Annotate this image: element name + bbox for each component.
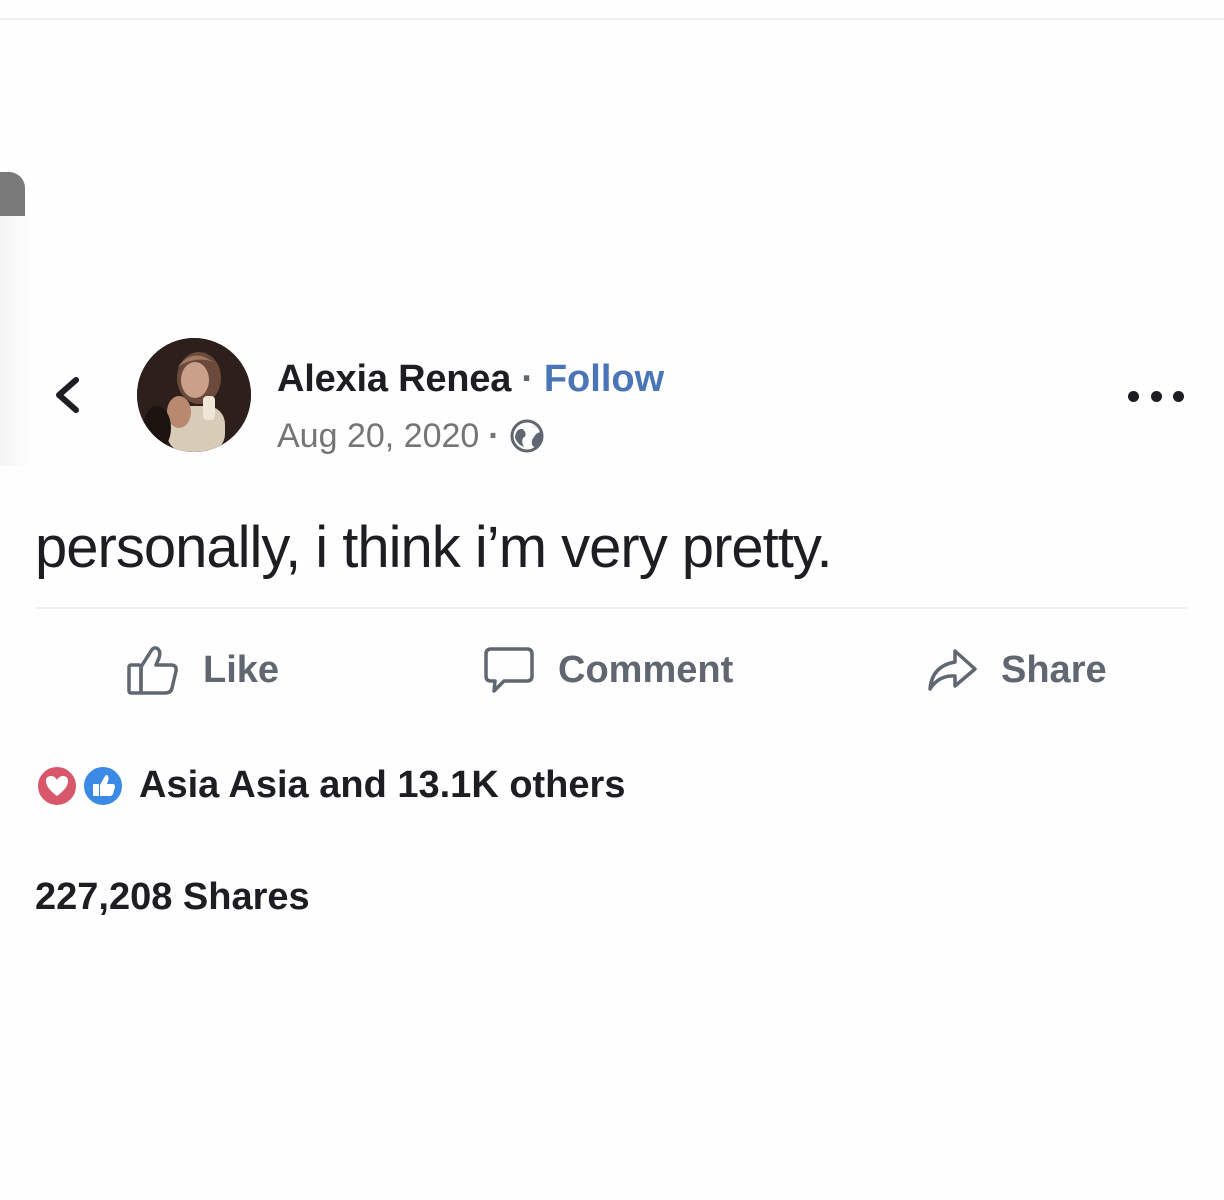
globe-icon [509, 418, 545, 454]
back-button[interactable] [46, 370, 90, 420]
post-date[interactable]: Aug 20, 2020 [277, 417, 479, 456]
share-arrow-icon [925, 643, 979, 697]
side-shadow [0, 216, 30, 466]
comment-icon [482, 643, 536, 697]
more-dot-icon [1173, 390, 1184, 402]
avatar[interactable] [137, 338, 251, 452]
thumbs-up-icon [125, 643, 181, 697]
side-tab [0, 172, 25, 216]
reactions-summary[interactable]: Asia Asia and 13.1K others [35, 758, 625, 812]
post-meta: Aug 20, 2020 · [277, 414, 545, 458]
like-button[interactable]: Like [125, 640, 279, 700]
shares-count[interactable]: 227,208 Shares [35, 876, 310, 919]
post-text: personally, i think i’m very pretty. [35, 515, 833, 580]
follow-link[interactable]: Follow [544, 358, 664, 401]
author-name[interactable]: Alexia Renea [277, 358, 511, 401]
reactions-text: Asia Asia and 13.1K others [139, 763, 626, 806]
more-dot-icon [1150, 390, 1162, 402]
actions-divider [35, 607, 1187, 609]
separator-dot: · [521, 357, 534, 400]
comment-button[interactable]: Comment [482, 640, 733, 700]
share-button[interactable]: Share [925, 640, 1107, 700]
comment-label: Comment [558, 648, 734, 691]
more-options-button[interactable] [1128, 378, 1184, 414]
heart-reaction-icon [35, 764, 79, 808]
more-dot-icon [1128, 390, 1139, 402]
top-edge-divider [0, 18, 1224, 20]
author-line: Alexia Renea · Follow [277, 355, 664, 403]
reaction-icons [35, 762, 131, 808]
avatar-photo [137, 338, 251, 452]
like-reaction-icon [81, 764, 125, 808]
chevron-left-icon [56, 377, 79, 413]
meta-separator-dot: · [488, 416, 500, 455]
like-label: Like [203, 648, 280, 691]
post-screen: Alexia Renea · Follow Aug 20, 2020 · per… [0, 0, 1224, 1200]
share-label: Share [1001, 648, 1107, 691]
